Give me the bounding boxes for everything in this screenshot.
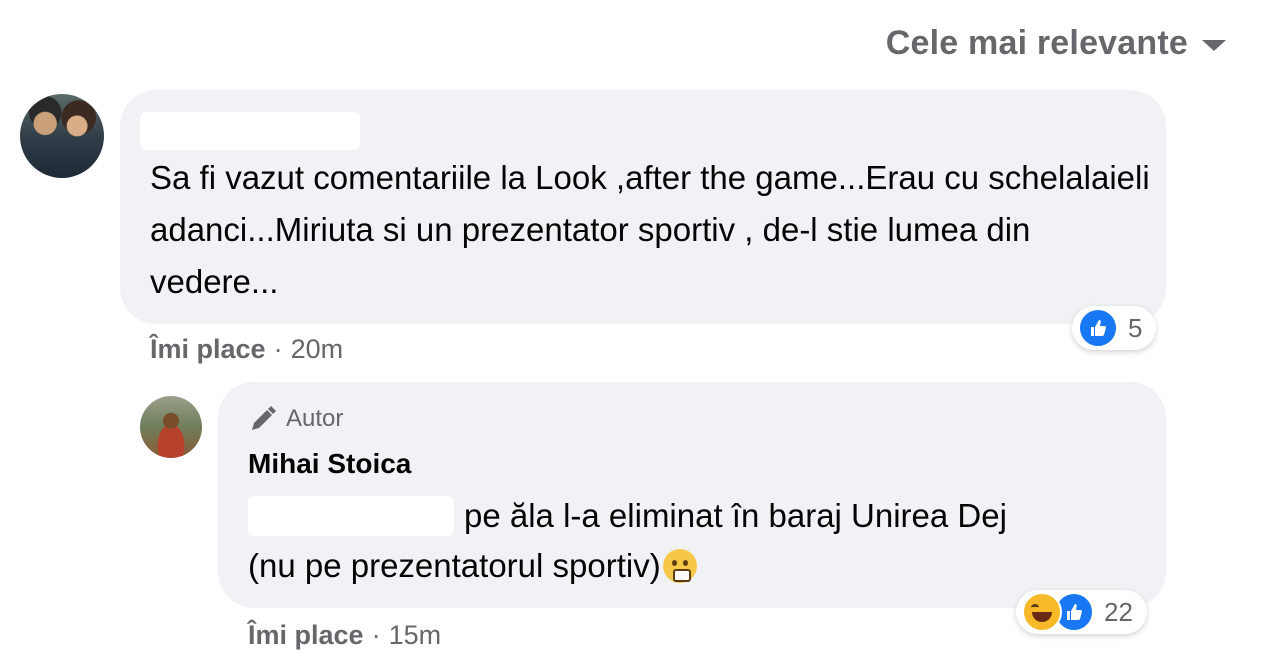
reactions-summary[interactable]: 22: [1016, 590, 1147, 634]
like-link[interactable]: Îmi place: [150, 334, 266, 365]
like-link[interactable]: Îmi place: [248, 620, 364, 651]
comment-text: Sa fi vazut comentariile la Look ,after …: [150, 159, 1150, 300]
timestamp[interactable]: 20m: [291, 334, 344, 365]
grimace-emoji-icon: [662, 549, 697, 583]
comment-actions: Îmi place · 15m: [248, 620, 441, 651]
avatar[interactable]: [140, 396, 202, 458]
sort-dropdown[interactable]: Cele mai relevante: [886, 24, 1226, 63]
reaction-count: 22: [1104, 596, 1133, 627]
reactions-summary[interactable]: 5: [1072, 306, 1157, 350]
avatar[interactable]: [20, 94, 104, 178]
comment-text-line: pe ăla l-a eliminat în baraj Unirea Dej: [464, 497, 1007, 534]
chevron-down-icon: [1202, 40, 1226, 51]
separator: ·: [371, 620, 381, 650]
like-reaction-icon: [1078, 308, 1118, 348]
timestamp[interactable]: 15m: [389, 620, 442, 651]
comment-text-line-content: (nu pe prezentatorul sportiv): [248, 547, 661, 584]
comment-author-name[interactable]: Mihai Stoica: [248, 448, 411, 480]
comment-text-line: (nu pe prezentatorul sportiv): [248, 540, 697, 592]
pencil-icon: [252, 406, 276, 430]
redacted-author-name: [140, 112, 360, 150]
haha-reaction-icon: [1022, 592, 1062, 632]
author-badge-label: Autor: [286, 405, 344, 432]
separator: ·: [273, 334, 283, 364]
author-badge: Autor: [248, 404, 343, 434]
reaction-count: 5: [1128, 312, 1143, 343]
redacted-mention: [248, 496, 454, 536]
sort-label: Cele mai relevante: [885, 24, 1188, 62]
comment-actions: Îmi place · 20m: [150, 334, 343, 365]
